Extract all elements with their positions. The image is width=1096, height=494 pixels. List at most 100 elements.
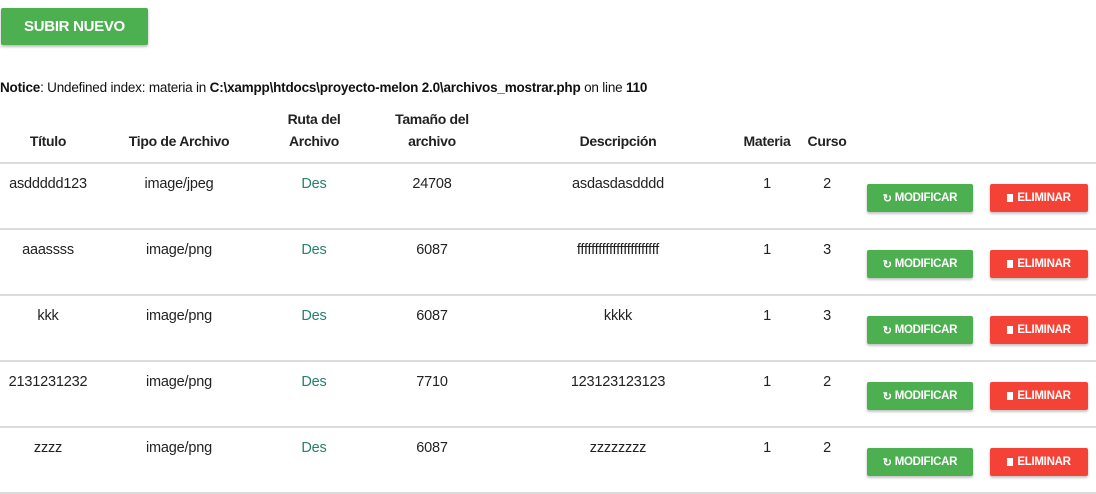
modify-label: MODIFICAR [894, 192, 958, 204]
table-row: 2131231232 image/png Des 7710 123123123123 1 2… [0, 361, 1096, 427]
cell-titulo: kkk [37, 308, 59, 324]
modify-label: MODIFICAR [894, 456, 958, 468]
cell-materia: 1 [763, 176, 771, 192]
cell-modify: ↻ MODIFICAR [858, 361, 982, 427]
cell-delete: ELIMINAR [982, 295, 1096, 361]
trash-icon [1007, 392, 1014, 400]
cell-materia: 1 [763, 242, 771, 258]
delete-label: ELIMINAR [1017, 324, 1071, 336]
delete-button[interactable]: ELIMINAR [990, 316, 1088, 344]
cell-ruta: Des [262, 295, 366, 361]
cell-descripcion: 123123123123 [570, 374, 666, 390]
notice-on-line: on line [580, 80, 626, 95]
header-tamano: Tamaño del archivo [366, 106, 498, 163]
refresh-icon: ↻ [882, 456, 892, 469]
cell-modify: ↻ MODIFICAR [858, 295, 982, 361]
cell-curso: 2 [823, 440, 831, 456]
cell-tipo: image/png [146, 374, 212, 390]
cell-tipo: image/png [146, 308, 212, 324]
cell-descripcion: zzzzzzzz [589, 440, 647, 456]
header-tipo: Tipo de Archivo [128, 133, 230, 149]
modify-button[interactable]: ↻ MODIFICAR [867, 382, 973, 410]
refresh-icon: ↻ [882, 192, 892, 205]
file-path-link[interactable]: Des [301, 242, 326, 258]
modify-button[interactable]: ↻ MODIFICAR [867, 250, 973, 278]
cell-titulo: asddddd123 [9, 176, 87, 192]
notice-path: C:\xampp\htdocs\proyecto-melon 2.0\archi… [209, 80, 581, 95]
notice-label: Notice [0, 80, 41, 95]
table-row: kkk image/png Des 6087 kkkk 1 3 ↻ MODIFICAR ELIMI… [0, 295, 1096, 361]
file-path-link[interactable]: Des [301, 374, 326, 390]
refresh-icon: ↻ [882, 390, 892, 403]
table-row: aaassss image/png Des 6087 fffffffffffffffff… [0, 229, 1096, 295]
file-path-link[interactable]: Des [301, 176, 326, 192]
delete-button[interactable]: ELIMINAR [990, 184, 1088, 212]
trash-icon [1007, 260, 1014, 268]
header-actions-delete [982, 106, 1096, 163]
cell-delete: ELIMINAR [982, 163, 1096, 229]
php-notice: Notice: Undefined index: materia in C:\x… [0, 80, 647, 95]
cell-tamano: 7710 [416, 374, 448, 390]
cell-tipo: image/png [146, 440, 212, 456]
delete-label: ELIMINAR [1017, 258, 1071, 270]
header-tamano-line2: archivo [408, 133, 456, 149]
upload-new-button[interactable]: SUBIR NUEVO [1, 8, 148, 45]
delete-label: ELIMINAR [1017, 192, 1071, 204]
cell-modify: ↻ MODIFICAR [858, 163, 982, 229]
trash-icon [1007, 458, 1014, 466]
delete-label: ELIMINAR [1017, 456, 1071, 468]
cell-materia: 1 [763, 440, 771, 456]
modify-button[interactable]: ↻ MODIFICAR [867, 184, 973, 212]
header-actions-modify [858, 106, 982, 163]
modify-button[interactable]: ↻ MODIFICAR [867, 316, 973, 344]
cell-tipo: image/png [146, 242, 212, 258]
cell-tamano: 6087 [416, 242, 448, 258]
trash-icon [1007, 194, 1014, 202]
file-path-link[interactable]: Des [301, 308, 326, 324]
cell-ruta: Des [262, 427, 366, 493]
notice-message: : Undefined index: materia in [40, 80, 210, 95]
cell-tamano: 6087 [416, 308, 448, 324]
header-tamano-line1: Tamaño del [395, 111, 469, 127]
cell-ruta: Des [262, 361, 366, 427]
header-descripcion: Descripción [579, 133, 657, 149]
modify-label: MODIFICAR [894, 390, 958, 402]
page: SUBIR NUEVO Notice: Undefined index: mat… [0, 0, 1096, 494]
cell-tipo: image/jpeg [144, 176, 214, 192]
table-row: zzzz image/png Des 6087 zzzzzzzz 1 2 ↻ MODIFICAR… [0, 427, 1096, 493]
cell-ruta: Des [262, 229, 366, 295]
cell-curso: 2 [823, 176, 831, 192]
cell-titulo: 2131231232 [8, 374, 88, 390]
cell-curso: 3 [823, 242, 831, 258]
cell-titulo: aaassss [22, 242, 74, 258]
cell-tamano: 24708 [412, 176, 452, 192]
modify-label: MODIFICAR [894, 324, 958, 336]
cell-materia: 1 [763, 308, 771, 324]
modify-label: MODIFICAR [894, 258, 958, 270]
table-body: asddddd123 image/jpeg Des 24708 asdasdasdddd… [0, 163, 1096, 493]
cell-curso: 2 [823, 374, 831, 390]
delete-button[interactable]: ELIMINAR [990, 250, 1088, 278]
cell-descripcion: asdasdasdddd [572, 176, 664, 192]
cell-delete: ELIMINAR [982, 229, 1096, 295]
cell-curso: 3 [823, 308, 831, 324]
delete-button[interactable]: ELIMINAR [990, 448, 1088, 476]
file-path-link[interactable]: Des [301, 440, 326, 456]
header-curso: Curso [807, 133, 847, 149]
refresh-icon: ↻ [882, 258, 892, 271]
modify-button[interactable]: ↻ MODIFICAR [867, 448, 973, 476]
delete-button[interactable]: ELIMINAR [990, 382, 1088, 410]
delete-label: ELIMINAR [1017, 390, 1071, 402]
cell-modify: ↻ MODIFICAR [858, 427, 982, 493]
table-row: asddddd123 image/jpeg Des 24708 asdasdasdddd… [0, 163, 1096, 229]
header-titulo: Título [29, 133, 67, 149]
cell-delete: ELIMINAR [982, 427, 1096, 493]
header-materia: Materia [743, 133, 791, 149]
cell-modify: ↻ MODIFICAR [858, 229, 982, 295]
header-ruta: Ruta del Archivo [262, 106, 366, 163]
refresh-icon: ↻ [882, 324, 892, 337]
trash-icon [1007, 326, 1014, 334]
notice-line: 110 [626, 80, 648, 95]
cell-delete: ELIMINAR [982, 361, 1096, 427]
cell-descripcion: kkkk [603, 308, 633, 324]
